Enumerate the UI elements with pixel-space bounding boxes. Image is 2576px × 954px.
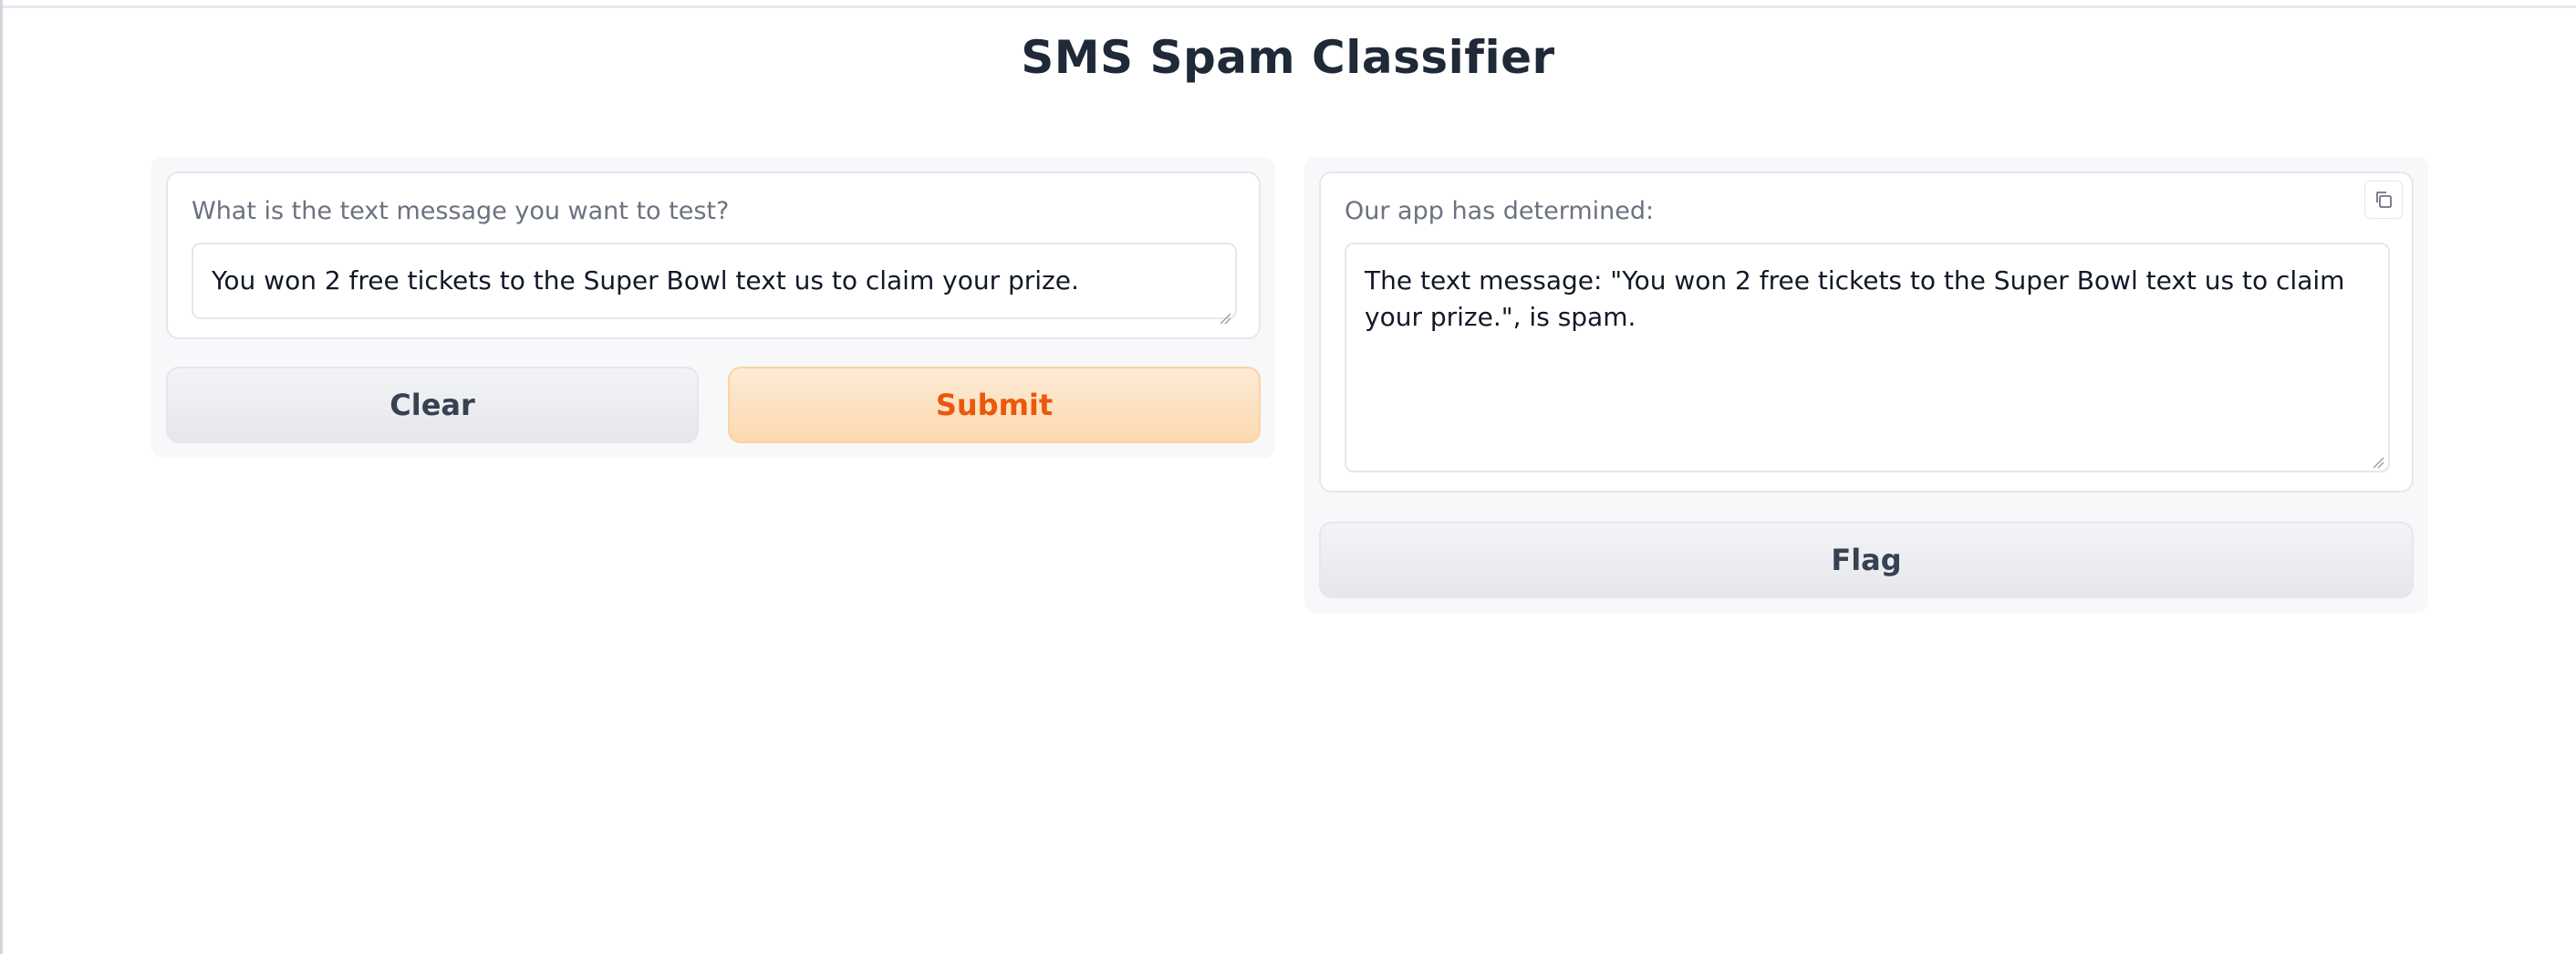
result-output[interactable]: The text message: "You won 2 free ticket…	[1345, 243, 2390, 472]
clear-button[interactable]: Clear	[166, 367, 699, 443]
resize-handle-icon[interactable]	[2372, 456, 2384, 469]
left-divider	[0, 0, 3, 954]
output-card: Our app has determined: The text message…	[1319, 171, 2414, 493]
flag-button[interactable]: Flag	[1319, 522, 2414, 598]
app-window: SMS Spam Classifier What is the text mes…	[0, 0, 2576, 954]
top-divider	[0, 5, 2576, 8]
resize-handle-icon[interactable]	[1219, 312, 1231, 325]
input-label: What is the text message you want to tes…	[192, 197, 730, 225]
input-card: What is the text message you want to tes…	[166, 171, 1261, 339]
submit-button[interactable]: Submit	[728, 367, 1261, 443]
copy-icon	[2376, 192, 2392, 208]
input-panel: What is the text message you want to tes…	[151, 157, 1275, 458]
copy-button[interactable]	[2364, 181, 2403, 219]
message-input[interactable]: You won 2 free tickets to the Super Bowl…	[192, 243, 1237, 319]
output-panel: Our app has determined: The text message…	[1304, 157, 2428, 613]
page-title: SMS Spam Classifier	[1021, 31, 1555, 84]
output-label: Our app has determined:	[1345, 197, 1655, 225]
